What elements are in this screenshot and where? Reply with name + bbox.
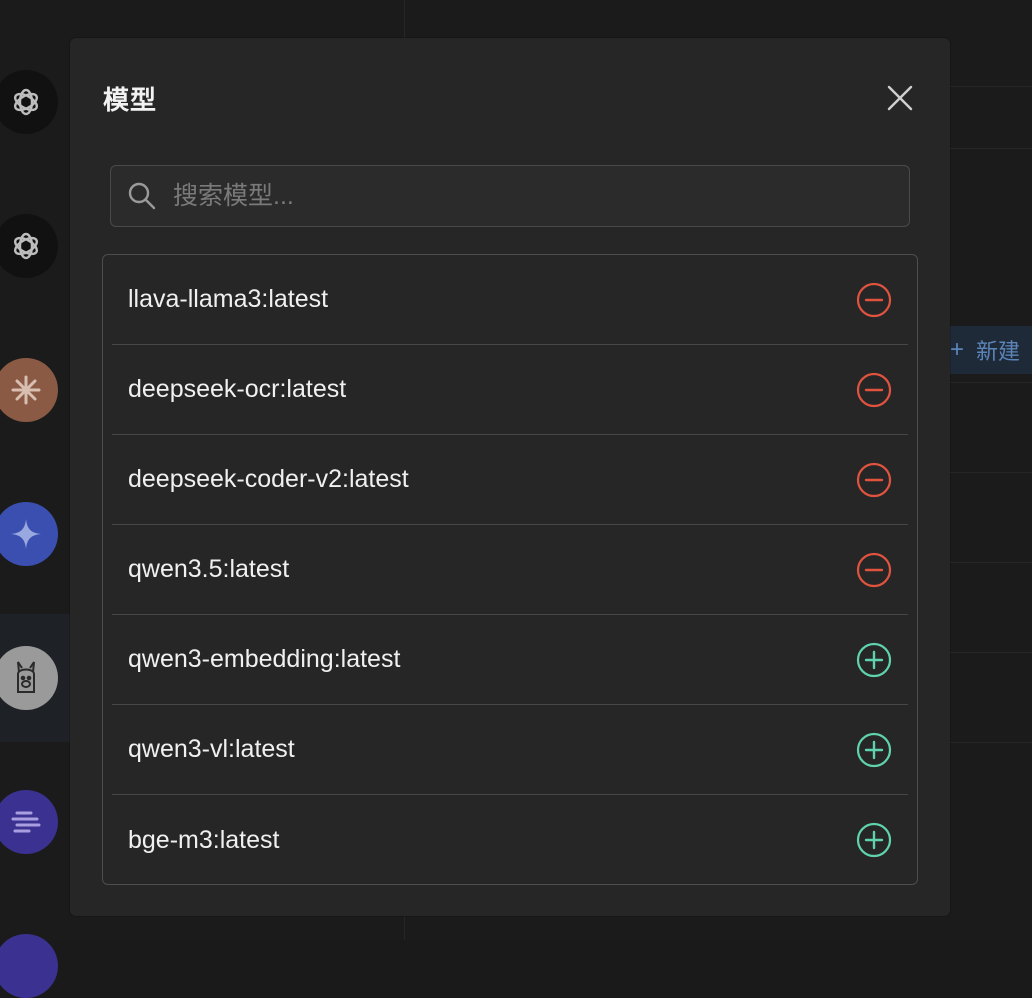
new-button-label: 新建 [976, 339, 1021, 364]
plus-icon: + [950, 336, 965, 363]
model-list-item[interactable]: qwen3-vl:latest [112, 705, 908, 795]
model-list-item[interactable]: llava-llama3:latest [112, 255, 908, 345]
avatar[interactable] [0, 934, 58, 998]
claude-logo-icon[interactable] [0, 358, 58, 422]
search-icon [127, 181, 157, 211]
model-name: deepseek-ocr:latest [128, 375, 347, 403]
openai-logo-icon[interactable] [0, 214, 58, 278]
model-name: qwen3.5:latest [128, 555, 290, 583]
search-box[interactable] [110, 165, 910, 227]
plus-circle-icon[interactable] [856, 822, 892, 858]
model-list-item[interactable]: deepseek-ocr:latest [112, 345, 908, 435]
minus-circle-icon[interactable] [856, 462, 892, 498]
gemini-logo-icon[interactable] [0, 502, 58, 566]
model-list-item[interactable]: bge-m3:latest [112, 795, 908, 884]
minus-circle-icon[interactable] [856, 282, 892, 318]
model-name: qwen3-vl:latest [128, 735, 295, 763]
model-name: deepseek-coder-v2:latest [128, 465, 409, 493]
modal-title: 模型 [103, 85, 158, 115]
plus-circle-icon[interactable] [856, 732, 892, 768]
model-name: llava-llama3:latest [128, 285, 329, 313]
models-modal: 模型 llava-llama3:latest deepseek-ocr:lates… [70, 38, 950, 916]
openai-logo-icon[interactable] [0, 70, 58, 134]
minus-circle-icon[interactable] [856, 552, 892, 588]
search-input[interactable] [171, 180, 909, 212]
minus-circle-icon[interactable] [856, 372, 892, 408]
close-button[interactable] [880, 78, 920, 118]
stripes-logo-icon[interactable] [0, 790, 58, 854]
new-button[interactable]: + 新建 [940, 326, 1032, 374]
model-list-item[interactable]: qwen3-embedding:latest [112, 615, 908, 705]
close-icon [887, 85, 913, 111]
model-list: llava-llama3:latest deepseek-ocr:latest de… [102, 254, 918, 885]
model-name: bge-m3:latest [128, 825, 280, 854]
model-list-item[interactable]: deepseek-coder-v2:latest [112, 435, 908, 525]
model-name: qwen3-embedding:latest [128, 645, 401, 673]
model-list-item[interactable]: qwen3.5:latest [112, 525, 908, 615]
plus-circle-icon[interactable] [856, 642, 892, 678]
